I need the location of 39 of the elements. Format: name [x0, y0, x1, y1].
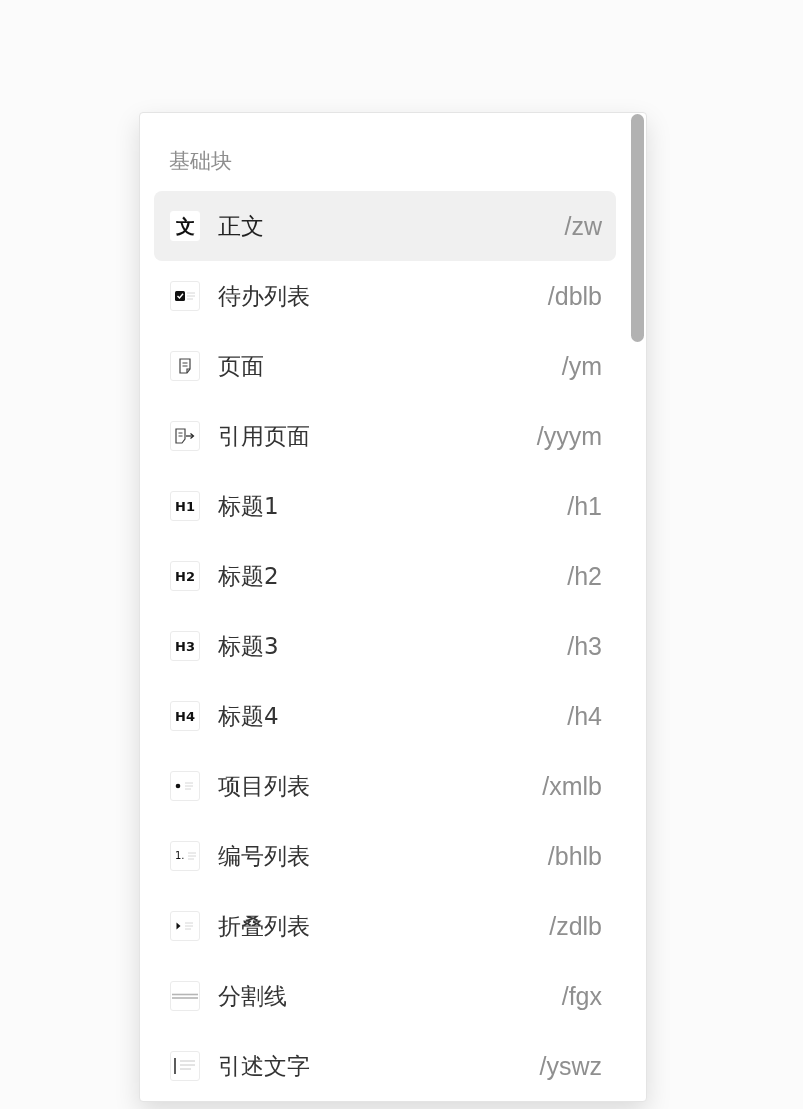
menu-item[interactable]: 折叠列表 /zdlb	[154, 891, 616, 961]
section-heading: 基础块	[169, 148, 233, 175]
shortcut-text: /yswz	[539, 1051, 602, 1081]
scrollbar-thumb[interactable]	[631, 114, 644, 342]
menu-item[interactable]: 1. 编号列表 /bhlb	[154, 821, 616, 891]
numbered-list-icon: 1.	[170, 841, 200, 871]
shortcut-text: /yyym	[536, 421, 602, 451]
document-icon	[170, 351, 200, 381]
checklist-icon	[170, 281, 200, 311]
shortcut-text: /dblb	[547, 281, 602, 311]
shortcut-text: /xmlb	[542, 771, 602, 801]
text-glyph-icon: 文	[170, 211, 200, 241]
shortcut-text: /ym	[561, 351, 602, 381]
menu-item[interactable]: 页面 /ym	[154, 331, 616, 401]
menu-item[interactable]: H2 标题2 /h2	[154, 541, 616, 611]
shortcut-text: /h4	[567, 701, 602, 731]
bullet-list-icon	[170, 771, 200, 801]
toggle-list-icon	[170, 911, 200, 941]
heading-icon: H3	[170, 631, 200, 661]
shortcut-text: /zdlb	[549, 911, 602, 941]
menu-item[interactable]: H4 标题4 /h4	[154, 681, 616, 751]
menu-item[interactable]: H3 标题3 /h3	[154, 611, 616, 681]
shortcut-text: /zw	[564, 211, 602, 241]
menu-item[interactable]: 引用页面 /yyym	[154, 401, 616, 471]
heading-icon: H4	[170, 701, 200, 731]
quote-icon	[170, 1051, 200, 1081]
shortcut-text: /h1	[567, 491, 602, 521]
menu-item[interactable]: 分割线 /fgx	[154, 961, 616, 1031]
shortcut-text: /h2	[567, 561, 602, 591]
shortcut-text: /fgx	[561, 981, 602, 1011]
menu-item[interactable]: H1 标题1 /h1	[154, 471, 616, 541]
menu-item[interactable]: 项目列表 /xmlb	[154, 751, 616, 821]
shortcut-text: /h3	[567, 631, 602, 661]
menu-item[interactable]: 文 正文 /zw	[154, 191, 616, 261]
heading-icon: H2	[170, 561, 200, 591]
menu-item[interactable]: 待办列表 /dblb	[154, 261, 616, 331]
shortcut-text: /bhlb	[547, 841, 602, 871]
heading-icon: H1	[170, 491, 200, 521]
menu-item[interactable]: 引述文字 /yswz	[154, 1031, 616, 1101]
